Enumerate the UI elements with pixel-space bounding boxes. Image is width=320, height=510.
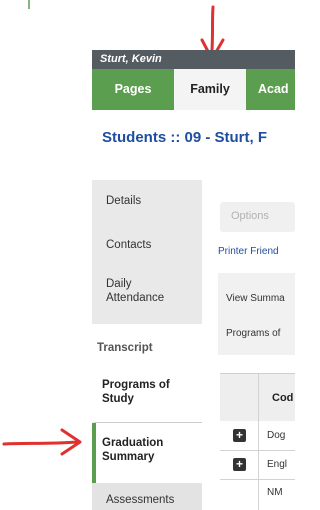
options-label: Options <box>231 210 269 222</box>
page-title-bar: Students :: 09 - Sturt, F <box>92 110 295 168</box>
sidebar: Details Contacts Daily Attendance Transc… <box>92 180 202 510</box>
sidebar-item-contacts[interactable]: Contacts <box>92 222 202 266</box>
sidebar-item-details[interactable]: Details <box>92 180 202 222</box>
sidebar-section-transcript[interactable]: Transcript <box>92 324 202 368</box>
table-row: + Engl <box>220 450 295 480</box>
programs-of-label[interactable]: Programs of <box>226 328 280 339</box>
main-content: Options Printer Friend View Summa Progra… <box>202 180 295 510</box>
printer-friendly-link[interactable]: Printer Friend <box>218 246 279 257</box>
tab-academics[interactable]: Acad <box>246 69 295 110</box>
tab-family[interactable]: Family <box>174 69 246 110</box>
sidebar-item-label: Assessments <box>106 494 175 506</box>
sidebar-item-assessments[interactable]: Assessments <box>92 483 202 510</box>
expand-row-icon[interactable]: + <box>233 429 246 442</box>
main-nav: Pages Family Acad <box>92 69 295 110</box>
tab-pages[interactable]: Pages <box>92 69 174 110</box>
sidebar-item-label: Daily Attendance <box>106 278 165 304</box>
sidebar-item-daily-attendance[interactable]: Daily Attendance <box>92 266 202 324</box>
window-header: Sturt, Kevin <box>92 50 295 69</box>
user-name: Sturt, Kevin <box>100 53 162 65</box>
sidebar-item-label: Programs of Study <box>102 379 170 405</box>
expand-row-icon[interactable]: + <box>233 458 246 471</box>
options-button[interactable]: Options <box>220 202 295 232</box>
table-row: + Dog <box>220 421 295 451</box>
sidebar-item-label: Transcript <box>97 342 153 354</box>
view-summary-label[interactable]: View Summa <box>226 293 285 304</box>
row-code: NM <box>267 487 283 498</box>
page-title: Students :: 09 - Sturt, F <box>102 129 267 146</box>
sidebar-item-label: Contacts <box>106 239 152 251</box>
table-row: NM <box>220 479 295 508</box>
sidebar-item-label: Details <box>106 195 142 207</box>
sidebar-item-graduation-summary[interactable]: Graduation Summary <box>92 423 202 483</box>
row-code: Engl <box>267 459 288 470</box>
column-header-code: Cod <box>272 392 294 404</box>
sidebar-item-label: Graduation Summary <box>102 437 164 463</box>
courses-table: Cod + Dog + Engl NM <box>220 373 295 510</box>
top-border-fragment <box>28 0 88 9</box>
annotation-arrow-right-icon <box>0 424 92 460</box>
view-summary-panel: View Summa Programs of <box>218 273 295 355</box>
row-code: Dog <box>267 430 286 441</box>
sidebar-item-programs-of-study[interactable]: Programs of Study <box>92 368 202 423</box>
